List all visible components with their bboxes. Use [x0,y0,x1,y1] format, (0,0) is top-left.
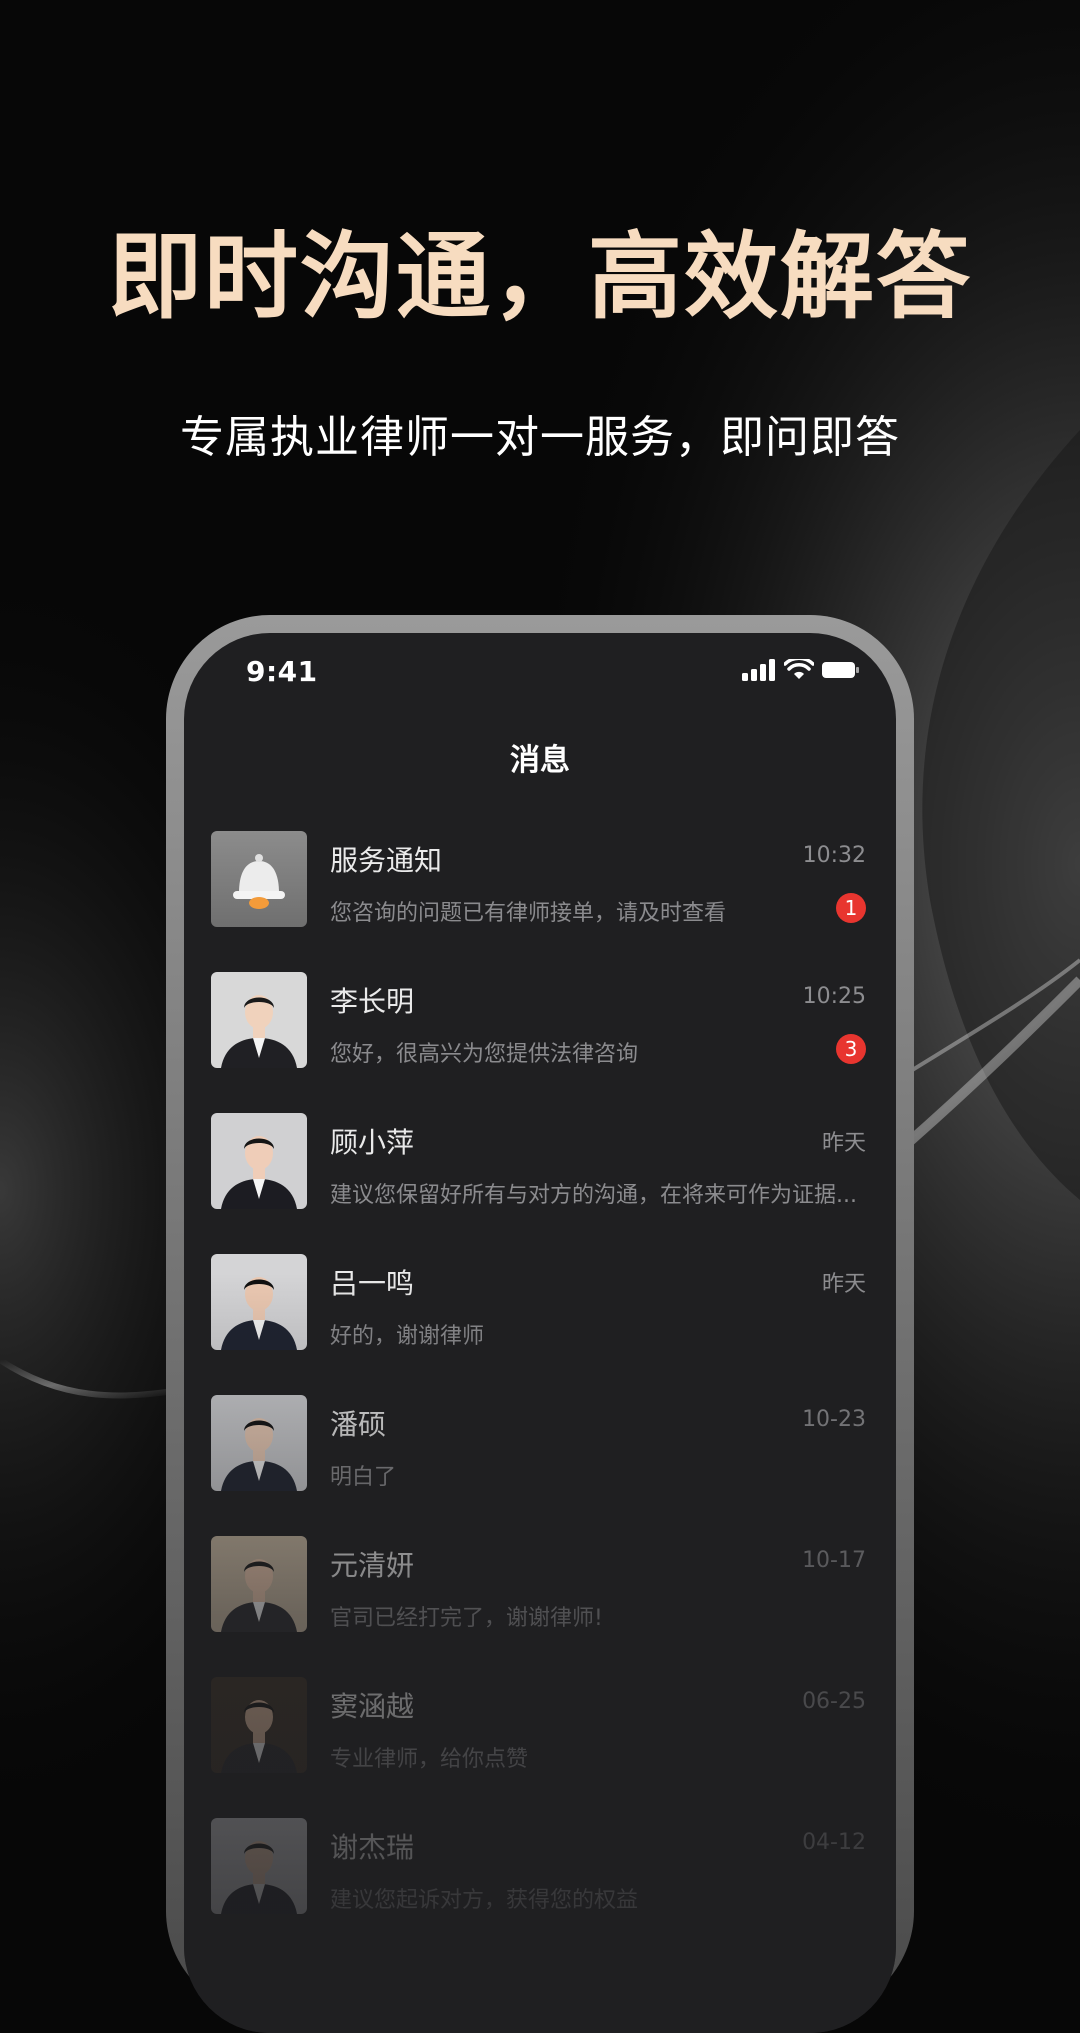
message-preview: 好的，谢谢律师 [330,1324,485,1349]
page-title: 消息 [510,743,570,778]
message-preview: 您好，很高兴为您提供法律咨询 [330,1042,639,1067]
promo-headline: 即时沟通，高效解答 [107,223,972,332]
conversation-row[interactable]: 服务通知您咨询的问题已有律师接单，请及时查看 10:32 1 [184,831,896,972]
status-time: 9:41 [246,655,318,688]
contact-name: 谢杰瑞 [330,1831,415,1864]
contact-name: 元清妍 [330,1549,415,1582]
status-icons [742,659,860,681]
unread-badge: 1 [836,893,866,923]
message-time: 06-25 [802,1689,866,1714]
contact-name: 窦涵越 [330,1690,415,1723]
wifi-icon [784,659,814,679]
message-time: 昨天 [821,1272,866,1297]
contact-name: 潘硕 [330,1408,387,1441]
bell-icon [211,831,307,927]
unread-badge: 3 [836,1034,866,1064]
avatar [211,972,307,1068]
conversation-row[interactable]: 顾小萍建议您保留好所有与对方的沟通，在将来可作为证据... 昨天 [184,1113,896,1254]
message-time: 10:32 [802,843,866,868]
message-preview: 建议您保留好所有与对方的沟通，在将来可作为证据... [330,1183,857,1208]
message-time: 10:25 [802,984,866,1009]
message-preview: 官司已经打完了，谢谢律师! [330,1606,603,1631]
conversation-row[interactable]: 李长明您好，很高兴为您提供法律咨询 10:25 3 [184,972,896,1113]
avatar [211,1254,307,1350]
promo-subline: 专属执业律师一对一服务，即问即答 [180,412,900,463]
contact-name: 服务通知 [330,844,443,877]
battery-icon [822,662,859,678]
avatar [211,1113,307,1209]
message-preview: 明白了 [330,1465,397,1490]
message-time: 10-23 [802,1407,866,1432]
conversation-row[interactable]: 窦涵越专业律师，给你点赞 06-25 [184,1677,896,1818]
cellular-signal-icon [742,659,775,681]
contact-name: 顾小萍 [330,1126,415,1159]
message-time: 昨天 [821,1131,866,1156]
contact-name: 吕一鸣 [330,1267,415,1300]
conversation-row[interactable]: 潘硕明白了 10-23 [184,1395,896,1536]
message-preview: 您咨询的问题已有律师接单，请及时查看 [330,901,727,926]
avatar [211,1818,307,1914]
avatar [211,1536,307,1632]
avatar [211,1677,307,1773]
conversation-row[interactable]: 吕一鸣好的，谢谢律师 昨天 [184,1254,896,1395]
message-preview: 专业律师，给你点赞 [330,1747,529,1772]
message-time: 10-17 [802,1548,866,1573]
contact-name: 李长明 [330,985,415,1018]
message-list: 服务通知您咨询的问题已有律师接单，请及时查看 10:32 1 李长明您好，很高兴为您提… [184,831,896,1959]
message-preview: 建议您起诉对方，获得您的权益 [330,1888,639,1913]
conversation-row[interactable]: 谢杰瑞建议您起诉对方，获得您的权益 04-12 [184,1818,896,1959]
message-time: 04-12 [802,1830,866,1855]
avatar [211,1395,307,1491]
conversation-row[interactable]: 元清妍官司已经打完了，谢谢律师! 10-17 [184,1536,896,1677]
phone-screen: 9:41 消息 服务通知 您咨询的问题已有律师接单，请及时查看 10:32 1 李长明您… [184,633,896,2033]
